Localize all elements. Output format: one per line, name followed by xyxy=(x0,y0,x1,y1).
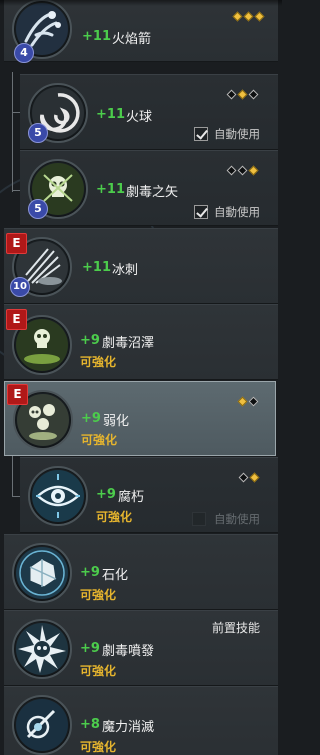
skill-name: 弱化 xyxy=(103,414,130,429)
mana-dispel-icon xyxy=(12,695,72,755)
skill-bonus: +11 xyxy=(82,29,111,44)
skill-name: 腐朽 xyxy=(118,490,145,505)
skill-bonus: +9 xyxy=(96,487,116,502)
skill-row-poison-arrow[interactable]: 5 +11 劇毒之矢 自動使用 xyxy=(20,150,278,226)
scroll-fade-top xyxy=(0,0,282,6)
skill-name: 火球 xyxy=(126,110,153,125)
gem-icon xyxy=(226,89,237,100)
e-badge: E xyxy=(7,384,28,405)
skill-name: 魔力消滅 xyxy=(102,720,155,735)
auto-use-checkbox[interactable] xyxy=(194,127,208,141)
skill-bonus: +9 xyxy=(80,641,100,656)
skill-row-decay[interactable]: +9 腐朽 可強化 自動使用 xyxy=(20,457,278,533)
skill-level-badge: 5 xyxy=(28,199,48,219)
poison-burst-icon xyxy=(12,619,72,679)
auto-use-checkbox[interactable] xyxy=(194,205,208,219)
skill-row-fire-arrow[interactable]: 4 +11 火焰箭 xyxy=(4,0,278,63)
upgradable-label: 可強化 xyxy=(81,433,118,447)
skill-name: 劇毒之矢 xyxy=(126,185,179,200)
skill-bonus: +9 xyxy=(81,411,101,426)
e-badge: E xyxy=(6,309,27,330)
skill-name: 劇毒噴發 xyxy=(102,644,155,659)
decay-icon xyxy=(28,466,88,526)
skill-gems xyxy=(224,159,259,176)
auto-use-label: 自動使用 xyxy=(214,512,260,526)
skill-list[interactable]: 4 +11 火焰箭 5 +11 火球 自動使用 5 +11 劇毒之矢 自動使用 … xyxy=(0,0,282,755)
skill-gems xyxy=(235,390,259,407)
upgradable-label: 可強化 xyxy=(80,355,117,369)
gem-icon xyxy=(248,165,259,176)
tree-connector xyxy=(12,112,20,113)
skill-row-ice-spike[interactable]: E 10 +11 冰刺 xyxy=(4,228,278,304)
gem-icon xyxy=(238,472,249,483)
skill-bonus: +11 xyxy=(96,182,125,197)
auto-use-checkbox[interactable] xyxy=(192,512,206,526)
gem-icon xyxy=(249,472,260,483)
tree-connector xyxy=(12,72,13,192)
skill-bonus: +9 xyxy=(80,333,100,348)
skill-gems xyxy=(236,466,260,483)
skill-row-fireball[interactable]: 5 +11 火球 自動使用 xyxy=(20,74,278,150)
skill-name: 火焰箭 xyxy=(112,32,152,47)
gem-icon xyxy=(243,11,254,22)
tree-connector xyxy=(12,190,20,191)
gem-icon xyxy=(248,396,259,407)
skill-level-badge: 10 xyxy=(10,277,30,297)
upgradable-label: 可強化 xyxy=(80,588,117,602)
skill-name: 劇毒沼澤 xyxy=(102,336,155,351)
skill-row-mana-dispel[interactable]: +8 魔力消滅 可強化 xyxy=(4,686,278,755)
gem-icon xyxy=(226,165,237,176)
skill-bonus: +9 xyxy=(80,565,100,580)
gem-icon xyxy=(237,89,248,100)
gem-icon xyxy=(248,89,259,100)
petrify-icon xyxy=(12,543,72,603)
skill-row-petrify[interactable]: +9 石化 可強化 xyxy=(4,534,278,610)
tree-connector xyxy=(12,456,13,496)
upgradable-label: 可強化 xyxy=(96,510,133,524)
skill-row-poison-swamp[interactable]: E +9 劇毒沼澤 可強化 xyxy=(4,304,278,380)
skill-row-weaken[interactable]: E +9 弱化 可強化 xyxy=(4,381,276,456)
tree-connector xyxy=(12,496,20,497)
skill-level-badge: 5 xyxy=(28,123,48,143)
skill-bonus: +11 xyxy=(82,260,111,275)
upgradable-label: 可強化 xyxy=(80,664,117,678)
skill-name: 冰刺 xyxy=(112,263,139,278)
e-badge: E xyxy=(6,233,27,254)
gem-icon xyxy=(237,165,248,176)
prerequisite-label: 前置技能 xyxy=(212,621,261,635)
gem-icon xyxy=(232,11,243,22)
skill-name: 石化 xyxy=(102,568,129,583)
gem-icon xyxy=(237,396,248,407)
gem-icon xyxy=(254,11,265,22)
upgradable-label: 可強化 xyxy=(80,740,117,754)
auto-use-label: 自動使用 xyxy=(214,127,260,141)
skill-gems xyxy=(230,5,265,22)
auto-use-label: 自動使用 xyxy=(214,205,260,219)
skill-gems xyxy=(224,83,259,100)
skill-bonus: +11 xyxy=(96,107,125,122)
skill-bonus: +8 xyxy=(80,717,100,732)
skill-row-poison-burst[interactable]: 前置技能 +9 劇毒噴發 可強化 xyxy=(4,610,278,686)
skill-level-badge: 4 xyxy=(14,43,34,63)
